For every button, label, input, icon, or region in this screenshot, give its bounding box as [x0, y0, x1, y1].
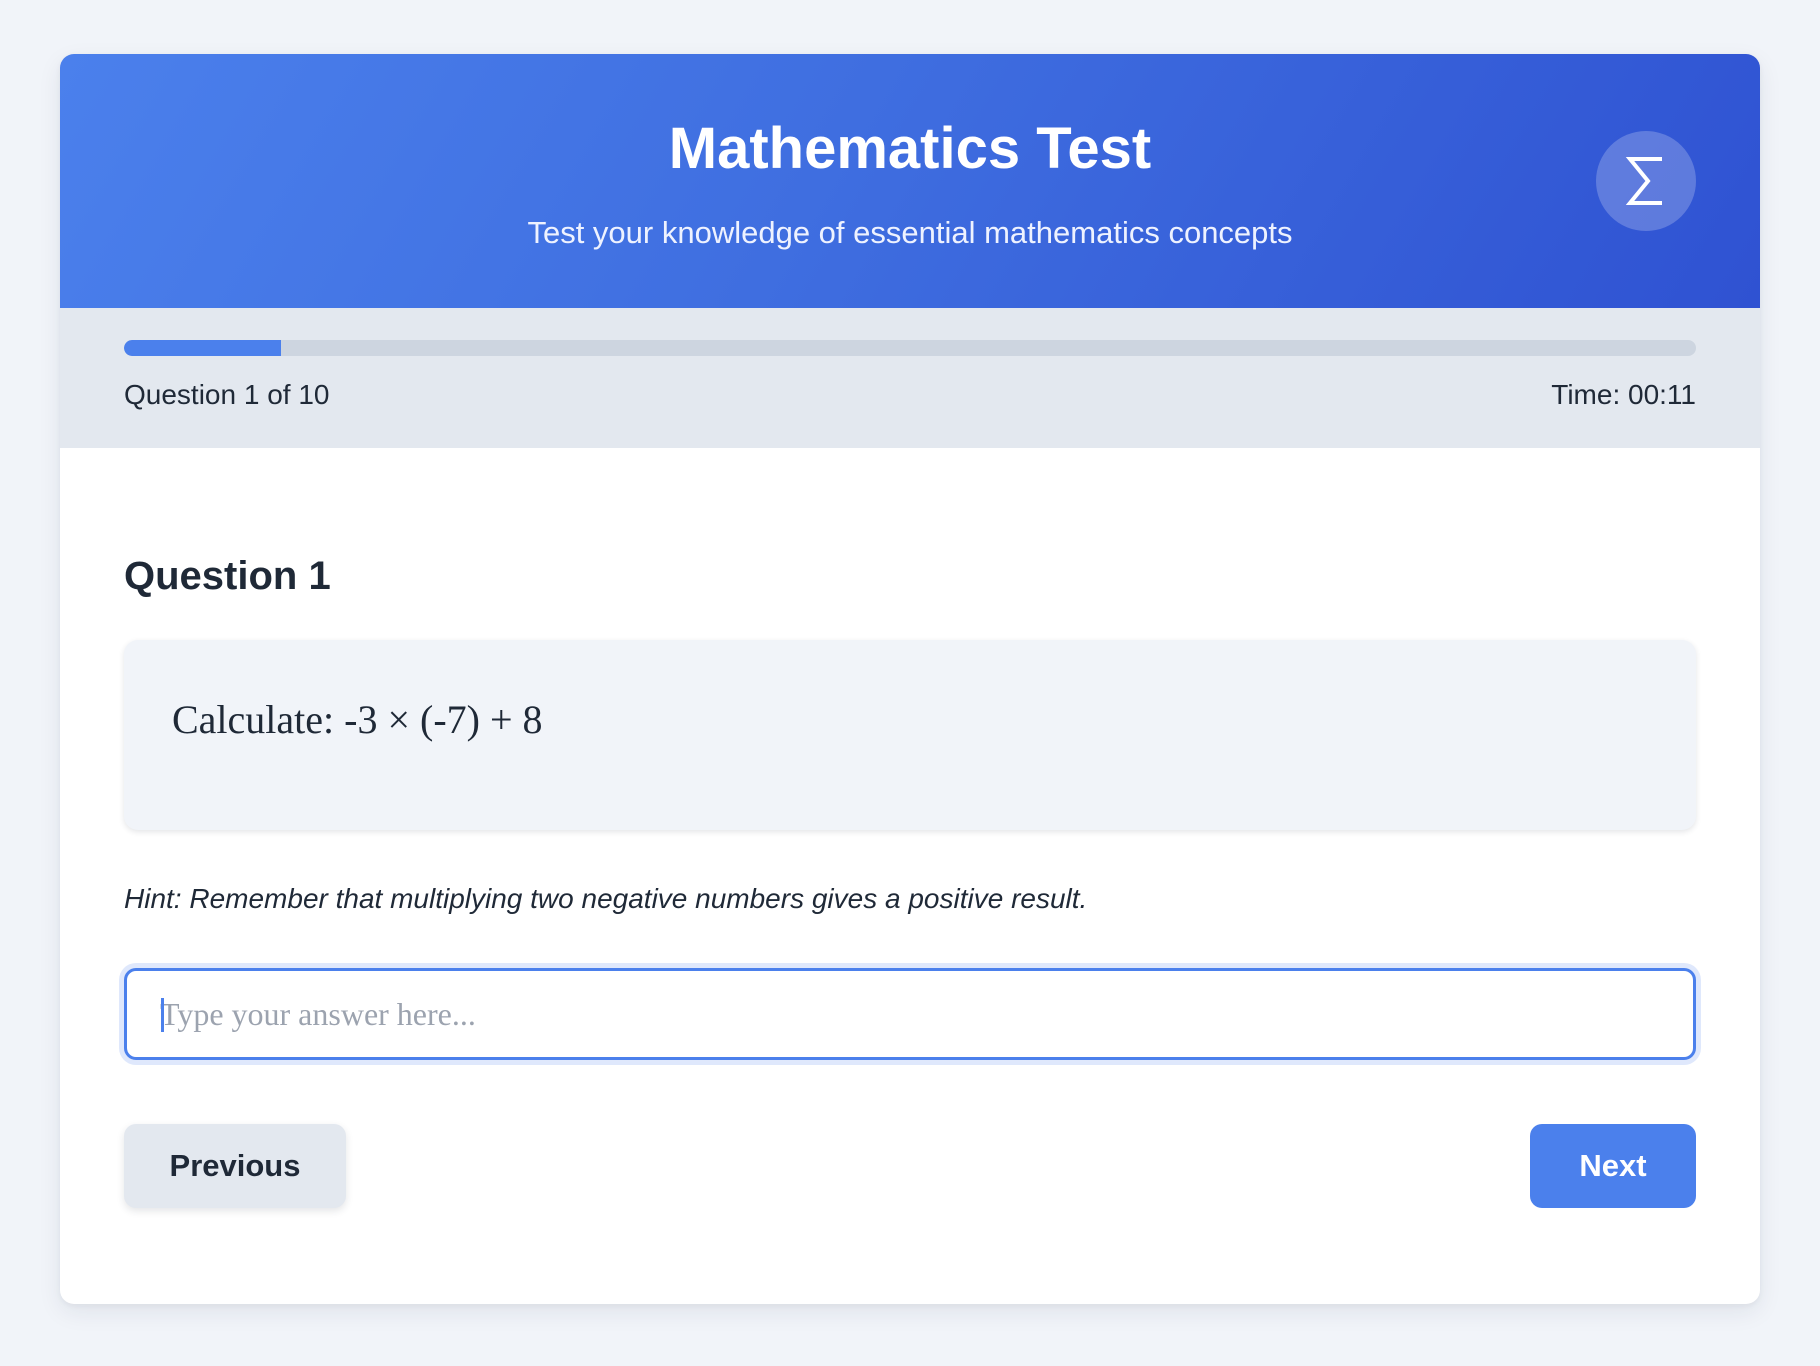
test-header: Mathematics Test Test your knowledge of …: [60, 54, 1760, 308]
text-caret: [161, 998, 164, 1032]
next-button[interactable]: Next: [1530, 1124, 1696, 1208]
previous-button[interactable]: Previous: [124, 1124, 346, 1208]
progress-bar-fill: [124, 340, 282, 356]
sigma-icon: [1625, 157, 1662, 205]
test-subtitle: Test your knowledge of essential mathema…: [527, 215, 1293, 250]
test-title: Mathematics Test: [668, 116, 1152, 181]
question-heading: Question 1: [124, 554, 331, 598]
answer-field-wrapper: [124, 968, 1696, 1060]
sigma-logo-badge: [1596, 131, 1696, 231]
timer: Time: 00:11: [1551, 379, 1696, 410]
answer-input[interactable]: [127, 971, 1693, 1057]
question-counter: Question 1 of 10: [124, 379, 330, 410]
test-card: Mathematics Test Test your knowledge of …: [60, 54, 1760, 1304]
problem-box: Calculate: -3 × (-7) + 8: [124, 640, 1696, 830]
problem-text: Calculate: -3 × (-7) + 8: [172, 697, 543, 742]
hint-text: Hint: Remember that multiplying two nega…: [124, 883, 1088, 914]
progress-bar: [124, 340, 1696, 356]
